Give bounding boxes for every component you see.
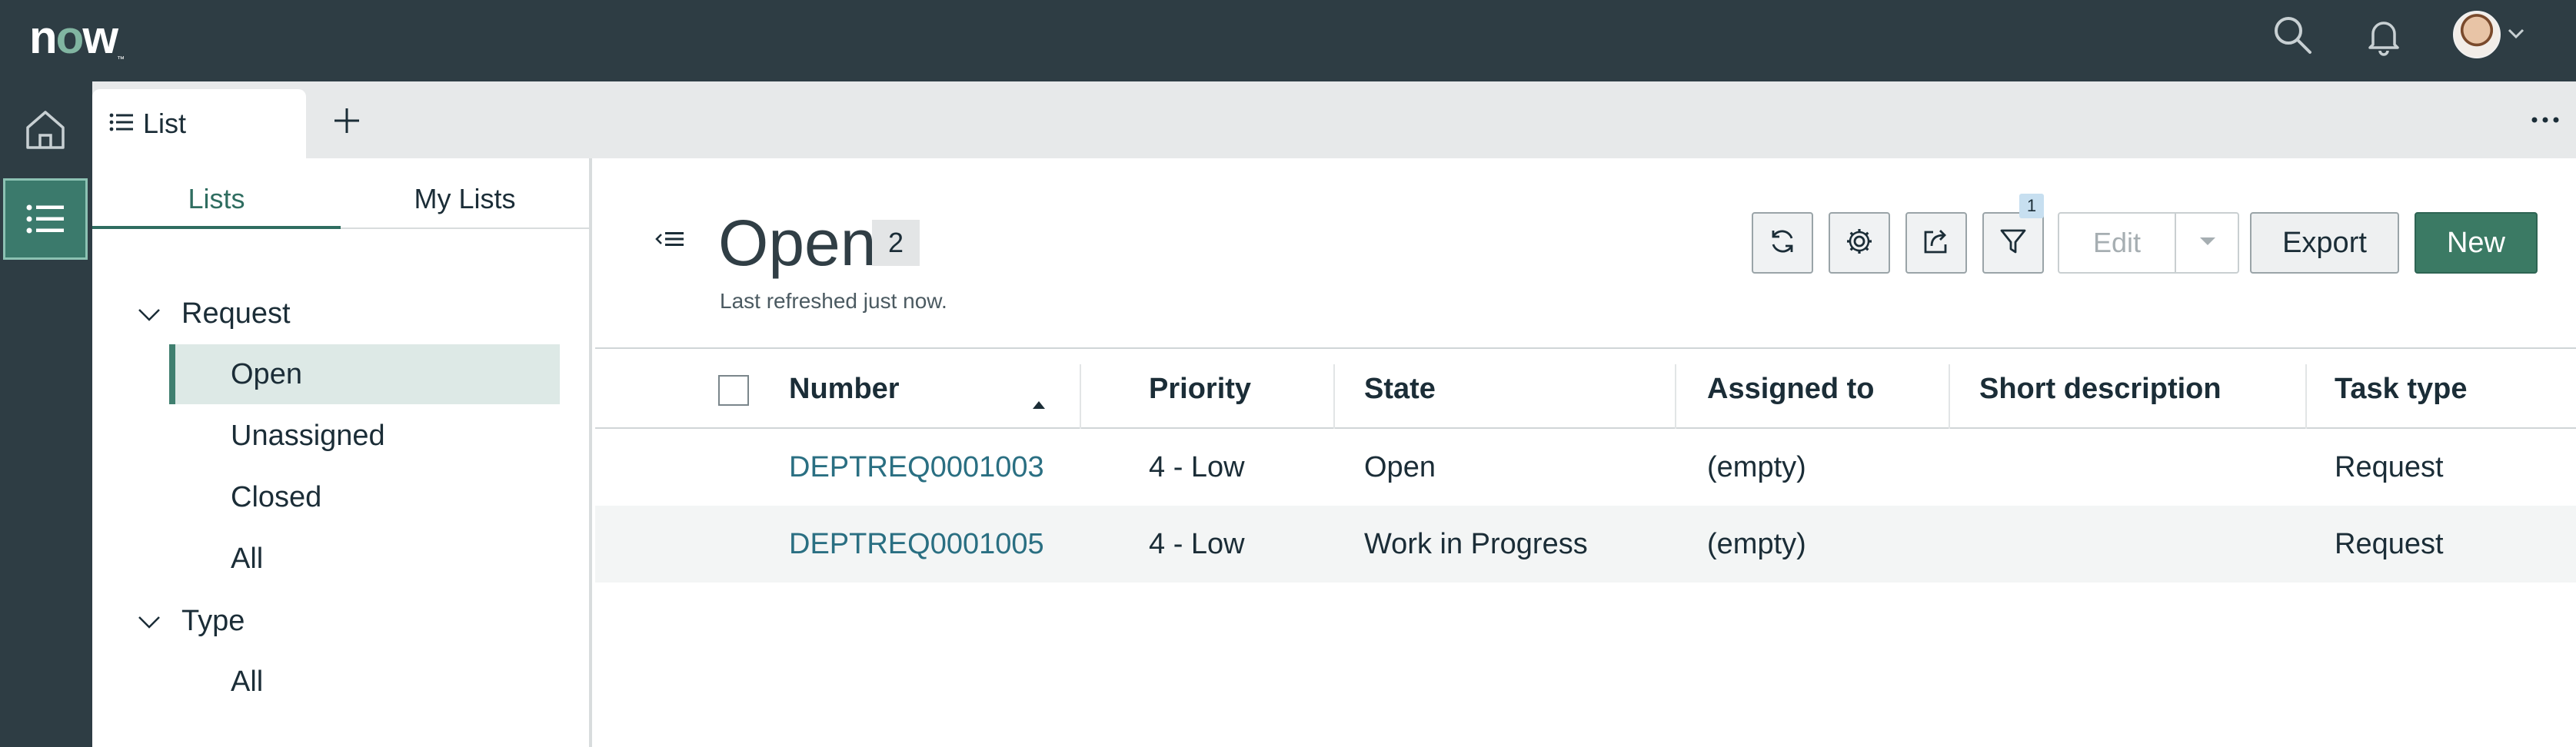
last-refreshed-text: Last refreshed just now. bbox=[720, 289, 947, 313]
record-number-link[interactable]: DEPTREQ0001005 bbox=[789, 506, 1044, 583]
record-count-badge: 2 bbox=[872, 220, 920, 266]
panel-tabs: Lists My Lists bbox=[92, 180, 589, 229]
tree-item-unassigned[interactable]: Unassigned bbox=[169, 406, 560, 466]
cell-task-type: Request bbox=[2335, 450, 2444, 483]
user-avatar[interactable] bbox=[2453, 11, 2501, 58]
tree-item-closed[interactable]: Closed bbox=[169, 467, 560, 527]
list-nav-icon[interactable] bbox=[3, 178, 88, 260]
filter-count-badge: 1 bbox=[2019, 194, 2044, 218]
tab-list[interactable]: List bbox=[92, 89, 306, 158]
tree-item-all[interactable]: All bbox=[169, 529, 560, 589]
search-icon[interactable] bbox=[2268, 11, 2318, 60]
table-row: DEPTREQ0001005 4 - Low Work in Progress … bbox=[595, 506, 2576, 583]
cell-state: Work in Progress bbox=[1364, 527, 1588, 560]
record-number-link[interactable]: DEPTREQ0001003 bbox=[789, 429, 1044, 506]
cell-task-type: Request bbox=[2335, 527, 2444, 560]
tree-group-type[interactable]: Type bbox=[137, 598, 245, 644]
tree-group-label: Request bbox=[181, 297, 291, 330]
column-divider bbox=[1675, 364, 1676, 429]
sort-ascending-icon bbox=[1032, 384, 1046, 417]
list-navigator-panel: Lists My Lists Request Open Unassigned C… bbox=[92, 158, 592, 747]
column-divider bbox=[2305, 364, 2307, 429]
chevron-down-icon bbox=[137, 605, 161, 638]
filter-button[interactable] bbox=[1982, 212, 2044, 274]
share-button[interactable] bbox=[1905, 212, 1967, 274]
more-options-icon[interactable] bbox=[2522, 105, 2568, 135]
share-icon bbox=[1921, 226, 1952, 261]
gear-icon bbox=[1844, 226, 1875, 261]
cell-priority: 4 - Low bbox=[1149, 450, 1245, 483]
bell-icon[interactable] bbox=[2359, 11, 2408, 60]
tree-item-open[interactable]: Open bbox=[169, 344, 560, 404]
caret-down-icon bbox=[2198, 236, 2217, 251]
list-main: Open 2 Last refreshed just now. 1 Edit E… bbox=[595, 158, 2576, 747]
column-divider bbox=[1949, 364, 1950, 429]
select-all-checkbox[interactable] bbox=[718, 375, 749, 406]
export-button[interactable]: Export bbox=[2250, 212, 2399, 274]
table-header: Number Priority State Assigned to Short … bbox=[595, 347, 2576, 429]
column-header-number[interactable]: Number bbox=[789, 349, 1066, 429]
filter-icon bbox=[1998, 226, 2029, 261]
left-nav-rail bbox=[0, 81, 92, 747]
column-divider bbox=[1333, 364, 1335, 429]
refresh-icon bbox=[1767, 226, 1798, 261]
column-header-state[interactable]: State bbox=[1364, 349, 1436, 429]
column-divider bbox=[1080, 364, 1081, 429]
chevron-down-icon[interactable] bbox=[2505, 23, 2527, 48]
edit-dropdown-button[interactable] bbox=[2175, 214, 2239, 272]
list-icon bbox=[109, 112, 134, 136]
edit-button[interactable]: Edit bbox=[2059, 214, 2175, 272]
edit-button-group: Edit bbox=[2058, 212, 2239, 274]
column-header-assigned-to[interactable]: Assigned to bbox=[1707, 349, 1874, 429]
tree-group-label: Type bbox=[181, 604, 245, 637]
refresh-button[interactable] bbox=[1752, 212, 1813, 274]
chevron-down-icon bbox=[137, 297, 161, 330]
top-header: now™ bbox=[0, 0, 2576, 81]
table-row: DEPTREQ0001003 4 - Low Open (empty) Requ… bbox=[595, 429, 2576, 506]
servicenow-logo[interactable]: now™ bbox=[29, 11, 125, 64]
tab-my-lists[interactable]: My Lists bbox=[341, 180, 589, 229]
home-icon[interactable] bbox=[18, 103, 72, 157]
cell-priority: 4 - Low bbox=[1149, 527, 1245, 560]
column-header-short-description[interactable]: Short description bbox=[1979, 349, 2222, 429]
new-button[interactable]: New bbox=[2415, 212, 2538, 274]
column-header-label: Number bbox=[789, 372, 900, 405]
add-tab-icon[interactable] bbox=[328, 101, 366, 140]
tab-lists[interactable]: Lists bbox=[92, 180, 341, 229]
column-header-priority[interactable]: Priority bbox=[1149, 349, 1251, 429]
settings-button[interactable] bbox=[1829, 212, 1890, 274]
column-header-task-type[interactable]: Task type bbox=[2335, 349, 2467, 429]
tree-item-type-all[interactable]: All bbox=[169, 652, 560, 712]
cell-assigned-to: (empty) bbox=[1707, 527, 1806, 560]
tree-group-request[interactable]: Request bbox=[137, 290, 291, 337]
cell-state: Open bbox=[1364, 450, 1436, 483]
tab-strip: List bbox=[92, 81, 2576, 158]
collapse-panel-icon[interactable] bbox=[655, 227, 686, 254]
cell-assigned-to: (empty) bbox=[1707, 450, 1806, 483]
page-title: Open bbox=[718, 207, 877, 279]
tab-label: List bbox=[143, 108, 187, 139]
